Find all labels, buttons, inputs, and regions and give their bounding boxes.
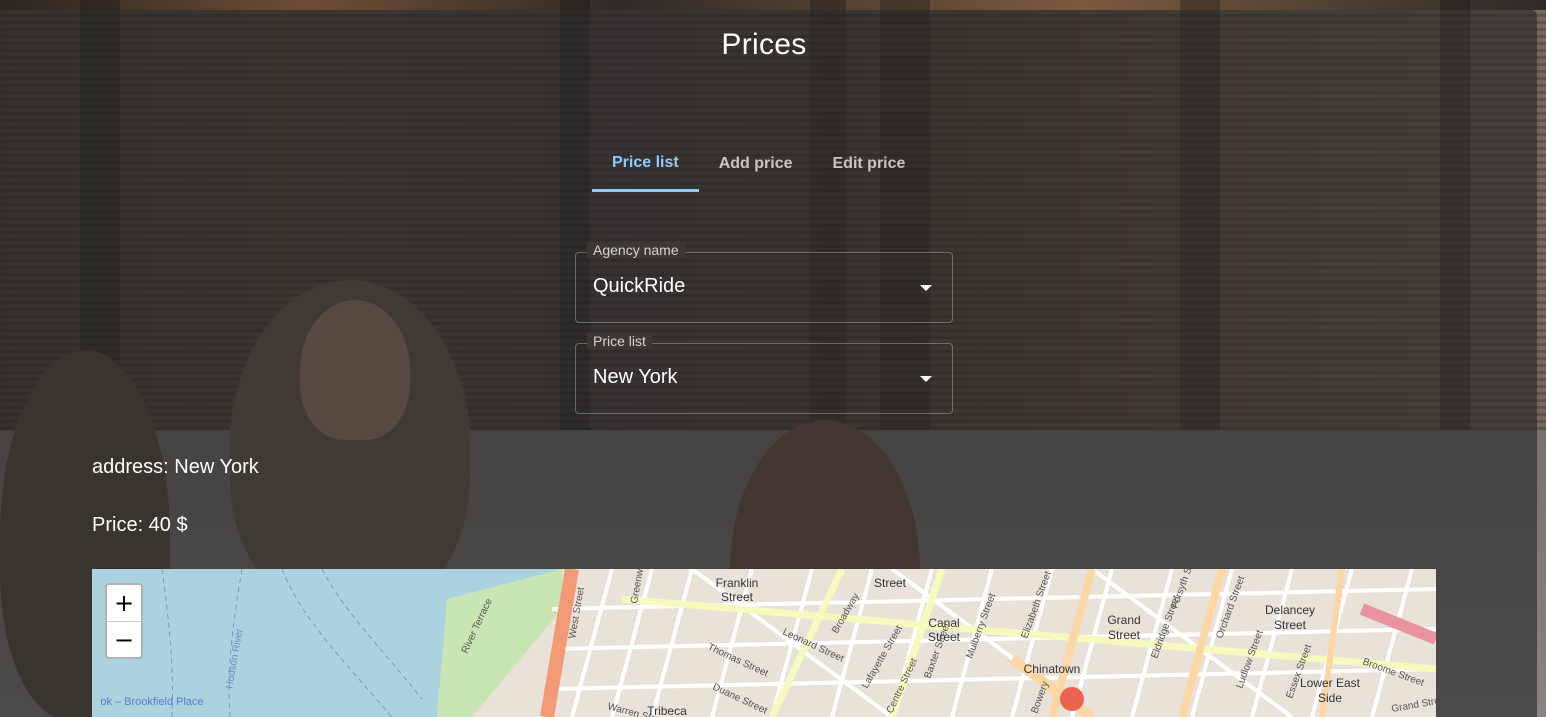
zoom-out-button[interactable]: − — [107, 621, 141, 658]
svg-text:Forsyth Street: Forsyth Street — [1169, 569, 1201, 610]
svg-text:Street: Street — [1108, 628, 1141, 642]
svg-text:Grand: Grand — [1107, 613, 1140, 627]
tab-edit-price[interactable]: Edit price — [813, 136, 926, 192]
svg-text:Street: Street — [1274, 618, 1307, 632]
tab-add-price[interactable]: Add price — [699, 136, 813, 192]
svg-text:Broome Street: Broome Street — [1361, 656, 1426, 688]
svg-text:Grand Street: Grand Street — [1391, 694, 1436, 715]
zoom-in-button[interactable]: + — [107, 585, 141, 621]
price-list-select[interactable]: Price list New York — [575, 333, 953, 414]
svg-text:Franklin: Franklin — [716, 576, 759, 590]
price-list-label: Price list — [587, 333, 652, 349]
zoom-control: + − — [105, 583, 143, 659]
agency-name-select[interactable]: Agency name QuickRide — [575, 242, 953, 323]
svg-text:Street: Street — [721, 590, 754, 604]
chevron-down-icon — [920, 285, 932, 291]
agency-name-value: QuickRide — [593, 275, 686, 297]
svg-text:Chinatown: Chinatown — [1024, 662, 1081, 676]
price-text: Price: 40 $ — [92, 514, 188, 536]
chevron-down-icon — [920, 376, 932, 382]
map-tiles: Franklin Street Street Canal Street Gran… — [92, 569, 1436, 717]
svg-text:ok – Brookfield Place: ok – Brookfield Place — [100, 696, 203, 708]
svg-text:Duane Street: Duane Street — [711, 682, 769, 717]
address-text: address: New York — [92, 456, 259, 478]
map-view[interactable]: Franklin Street Street Canal Street Gran… — [92, 569, 1436, 717]
svg-text:Bowery: Bowery — [1029, 680, 1051, 715]
price-list-value: New York — [593, 366, 678, 388]
tab-bar: Price list Add price Edit price — [592, 136, 925, 192]
tab-price-list[interactable]: Price list — [592, 136, 699, 192]
svg-text:Street: Street — [874, 576, 907, 590]
svg-text:Delancey: Delancey — [1265, 603, 1315, 617]
page-title: Prices — [721, 28, 807, 61]
svg-text:Lower East: Lower East — [1300, 676, 1361, 690]
svg-text:Centre Street: Centre Street — [885, 657, 920, 716]
svg-text:Side: Side — [1318, 691, 1342, 705]
svg-text:Thomas Street: Thomas Street — [706, 642, 770, 680]
agency-name-label: Agency name — [587, 242, 685, 258]
